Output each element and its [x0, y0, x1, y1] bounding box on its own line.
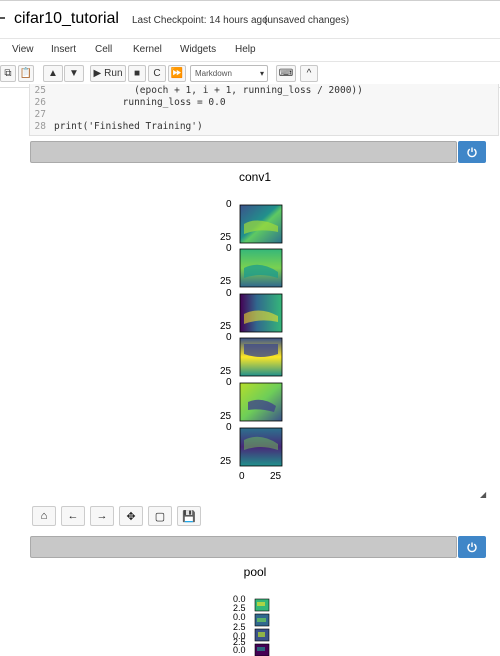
conv1-panel-2 — [239, 248, 283, 288]
unsaved-status: (unsaved changes) — [264, 15, 350, 26]
paste-button[interactable]: 📋 — [18, 65, 34, 82]
figure-title-pool: pool — [243, 565, 267, 579]
move-up-button[interactable]: ▲ — [43, 65, 63, 82]
run-label: Run — [104, 68, 123, 79]
zoom-button[interactable]: ▢ — [148, 506, 172, 526]
widget-power-button-2[interactable] — [458, 536, 486, 558]
menu-bar: View Insert Cell Kernel Widgets Help — [0, 38, 500, 62]
conv1-panel-3 — [239, 293, 283, 333]
move-down-button[interactable]: ▼ — [64, 65, 84, 82]
conv1-ytick: 0 — [226, 199, 232, 210]
notebook-title[interactable]: cifar10_tutorial — [14, 10, 119, 28]
conv1-feature-maps — [239, 204, 283, 467]
widget-header-bar — [30, 141, 457, 163]
pool-tick: 0.0 — [233, 645, 246, 655]
chevron-down-icon: ▾ — [259, 69, 264, 78]
figure-title-conv1: conv1 — [238, 170, 272, 184]
menu-widgets[interactable]: Widgets — [180, 44, 216, 55]
menu-cell[interactable]: Cell — [95, 44, 112, 55]
pool-panel-3 — [254, 628, 270, 642]
conv1-panel-6 — [239, 427, 283, 467]
save-figure-button[interactable]: 💾 — [177, 506, 201, 526]
play-icon: ▶ — [93, 68, 102, 79]
save-icon: 💾 — [182, 510, 196, 523]
menu-help[interactable]: Help — [235, 44, 256, 55]
conv1-ytick: 25 — [220, 276, 232, 287]
conv1-ytick: 0 — [226, 332, 232, 343]
menu-insert[interactable]: Insert — [51, 44, 76, 55]
cell-type-select[interactable]: Markdown ▾ — [190, 65, 268, 82]
conv1-ytick: 25 — [220, 232, 232, 243]
conv1-ytick: 25 — [220, 411, 232, 422]
jupyter-logo-icon[interactable] — [0, 13, 6, 31]
back-button[interactable]: ← — [61, 506, 85, 526]
arrow-right-icon: → — [96, 510, 108, 522]
forward-button[interactable]: → — [90, 506, 114, 526]
keyboard-icon: ⌨ — [278, 68, 294, 79]
code-line-26: 26 running_loss = 0.0 — [34, 97, 226, 108]
square-icon: ▢ — [154, 510, 166, 523]
move-icon: ✥ — [126, 510, 136, 523]
restart-icon: C — [153, 68, 161, 79]
copy-button[interactable]: ⧉ — [0, 65, 16, 82]
conv1-panel-1 — [239, 204, 283, 244]
arrow-down-icon: ▼ — [69, 68, 79, 79]
run-button[interactable]: ▶ Run — [90, 65, 126, 82]
arrow-left-icon: ← — [67, 510, 79, 522]
extension-button[interactable]: ^ — [300, 65, 318, 82]
conv1-xtick: 25 — [270, 471, 282, 482]
caret-up-icon: ^ — [306, 68, 312, 79]
checkpoint-status: Last Checkpoint: 14 hours ago — [132, 15, 268, 26]
cell-type-value: Markdown — [195, 69, 232, 78]
paste-icon: 📋 — [19, 68, 33, 79]
figure-nav-toolbar: ⌂ ← → ✥ ▢ 💾 — [32, 506, 212, 526]
code-line-25: 25 (epoch + 1, i + 1, running_loss / 200… — [34, 85, 363, 96]
home-icon: ⌂ — [40, 510, 48, 522]
power-icon — [467, 147, 477, 158]
conv1-ytick: 25 — [220, 321, 232, 332]
conv1-ytick: 0 — [226, 243, 232, 254]
copy-icon: ⧉ — [4, 68, 12, 79]
conv1-xtick: 0 — [239, 471, 245, 482]
menu-kernel[interactable]: Kernel — [133, 44, 162, 55]
resize-handle-icon[interactable]: ◢ — [480, 490, 486, 499]
pool-panel-2 — [254, 613, 270, 627]
pool-tick: 0.0 — [233, 612, 246, 622]
restart-run-all-button[interactable]: ⏩ — [168, 65, 186, 82]
code-cell[interactable]: 25 (epoch + 1, i + 1, running_loss / 200… — [29, 84, 499, 136]
widget-header-bar-2 — [30, 536, 457, 558]
conv1-ytick: 0 — [226, 422, 232, 433]
menu-view[interactable]: View — [12, 44, 34, 55]
home-button[interactable]: ⌂ — [32, 506, 56, 526]
top-border — [0, 0, 500, 1]
pool-panel-4 — [254, 643, 270, 656]
code-line-28: 28 print('Finished Training') — [34, 121, 203, 132]
stop-icon: ■ — [133, 68, 141, 79]
arrow-up-icon: ▲ — [48, 68, 58, 79]
conv1-ytick: 25 — [220, 366, 232, 377]
interrupt-button[interactable]: ■ — [128, 65, 146, 82]
power-icon — [467, 542, 477, 553]
pool-panel-1 — [254, 598, 270, 612]
pan-button[interactable]: ✥ — [119, 506, 143, 526]
fast-forward-icon: ⏩ — [170, 68, 184, 79]
conv1-ytick: 0 — [226, 288, 232, 299]
conv1-panel-4 — [239, 337, 283, 377]
code-line-27: 27 — [34, 109, 46, 120]
command-palette-button[interactable]: ⌨ — [276, 65, 296, 82]
conv1-ytick: 0 — [226, 377, 232, 388]
widget-power-button[interactable] — [458, 141, 486, 163]
restart-button[interactable]: C — [148, 65, 166, 82]
conv1-ytick: 25 — [220, 456, 232, 467]
conv1-panel-5 — [239, 382, 283, 422]
pool-feature-maps — [254, 598, 270, 656]
